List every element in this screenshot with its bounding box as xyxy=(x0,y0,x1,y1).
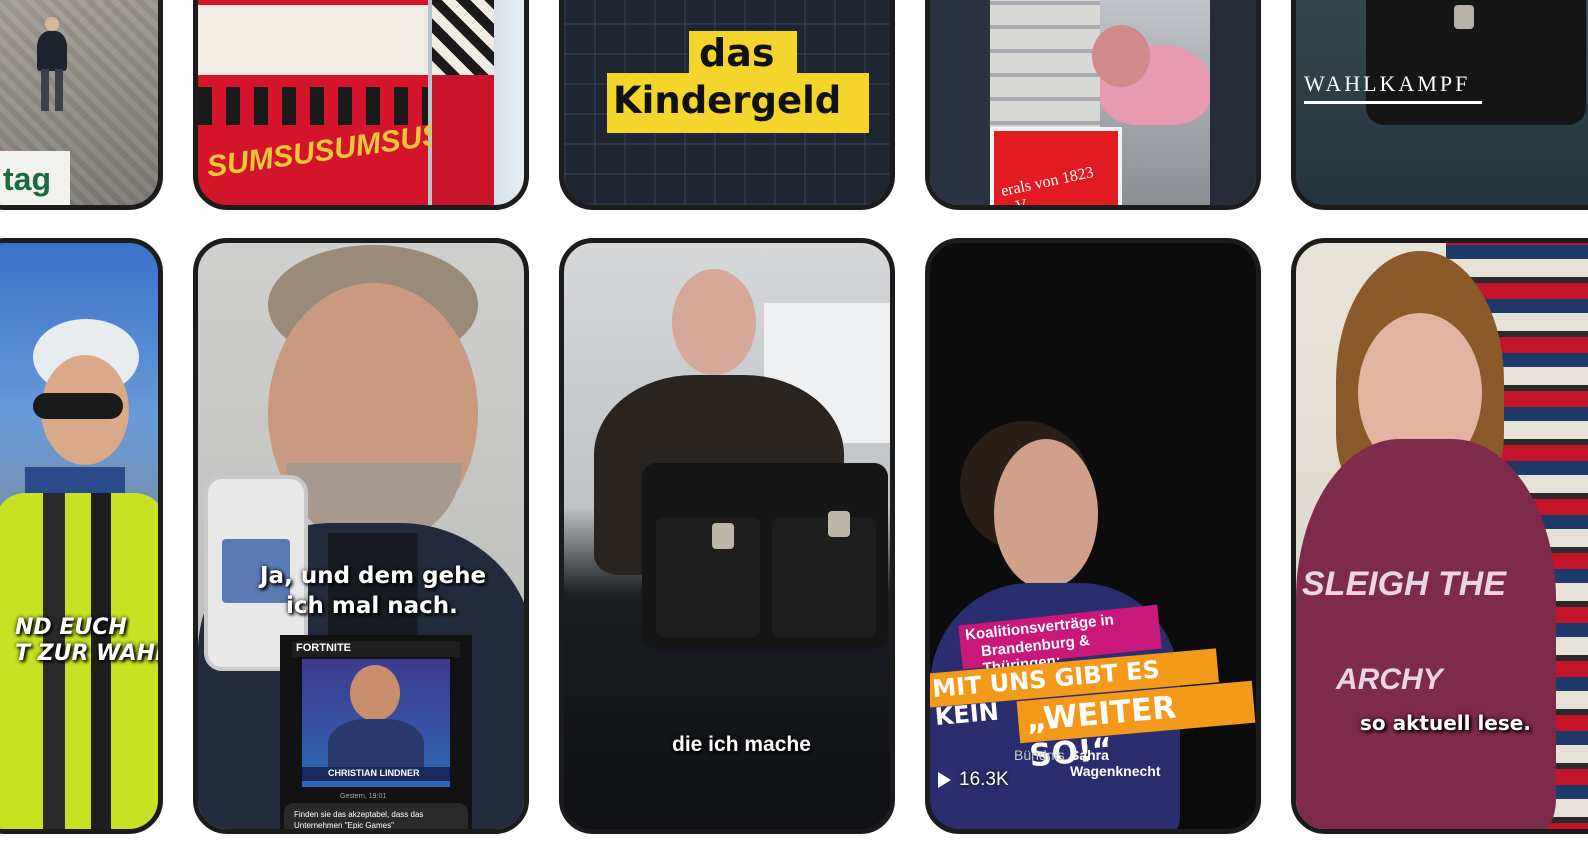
building xyxy=(990,0,1100,145)
caption-line-2: ich mal nach. xyxy=(286,593,458,619)
video-card-r1-4[interactable]: erals von 1823 e.V. xyxy=(925,0,1261,210)
caption-box-1: das xyxy=(689,31,797,75)
phone-screenshot: FORTNITE CHRISTIAN LINDNER Gestern, 19:0… xyxy=(280,635,472,829)
game-card: CHRISTIAN LINDNER xyxy=(302,659,450,787)
caption-line-1: ND EUCH xyxy=(15,615,127,640)
caption: die ich mache xyxy=(672,733,811,756)
brand-logo: Bündnis Sahra Wagenknecht xyxy=(1014,747,1161,779)
diamond-pattern xyxy=(198,87,428,125)
caption-line-2: T ZUR WAHL, xyxy=(15,641,163,666)
video-card-r1-5[interactable]: WAHLKAMPF xyxy=(1291,0,1588,210)
float-sign: erals von 1823 e.V. xyxy=(990,127,1122,205)
play-icon xyxy=(938,772,951,788)
sunglasses xyxy=(33,393,123,419)
sweater-left: SUMSUSUMSUSU xyxy=(198,0,465,205)
caption-box-2: Kindergeld xyxy=(607,73,869,133)
message-time: Gestern, 19:01 xyxy=(340,793,387,800)
briefcase xyxy=(642,463,888,649)
video-card-r1-3[interactable]: das Kindergeld xyxy=(559,0,895,210)
sweater-text-1: SLEIGH THE xyxy=(1302,565,1507,603)
caption: so aktuell lese. xyxy=(1360,711,1531,735)
tag-label-box: tag xyxy=(0,151,70,205)
wahlkampf-label: WAHLKAMPF xyxy=(1304,71,1471,96)
caricature-head xyxy=(1092,25,1150,87)
video-card-r2-5[interactable]: SLEIGH THE ARCHY so aktuell lese. xyxy=(1291,238,1588,834)
character-name: CHRISTIAN LINDNER xyxy=(328,768,420,778)
sweater-right xyxy=(432,0,494,205)
tag-label: tag xyxy=(3,161,51,197)
sweater xyxy=(1296,439,1556,829)
head xyxy=(672,269,756,375)
sweater-text: SUMSUSUMSUSU xyxy=(204,115,466,184)
jacket-left xyxy=(930,0,990,205)
person-figure xyxy=(45,17,59,31)
jacket-right xyxy=(1210,0,1256,205)
fortnite-badge: FORTNITE xyxy=(296,642,351,654)
sweater-text-2: ARCHY xyxy=(1336,663,1443,696)
caption-line-1: Ja, und dem gehe xyxy=(260,563,487,589)
wahlkampf-underline xyxy=(1304,101,1482,104)
face xyxy=(994,439,1098,589)
view-count: 16.3K xyxy=(938,769,1009,791)
video-card-r2-4[interactable]: Koalitionsverträge in Brandenburg & Thür… xyxy=(925,238,1261,834)
video-card-r2-2[interactable]: Ja, und dem gehe ich mal nach. FORTNITE … xyxy=(193,238,529,834)
video-card-r1-1[interactable]: tag xyxy=(0,0,163,210)
message-bubble: Finden sie das akzeptabel, dass das Unte… xyxy=(284,803,468,829)
video-card-r1-2[interactable]: SUMSUSUMSUSU xyxy=(193,0,529,210)
video-card-r2-1[interactable]: ND EUCH T ZUR WAHL, xyxy=(0,238,163,834)
briefcase-top xyxy=(1366,0,1586,125)
video-card-r2-3[interactable]: die ich mache xyxy=(559,238,895,834)
view-count-label: 16.3K xyxy=(959,769,1009,790)
